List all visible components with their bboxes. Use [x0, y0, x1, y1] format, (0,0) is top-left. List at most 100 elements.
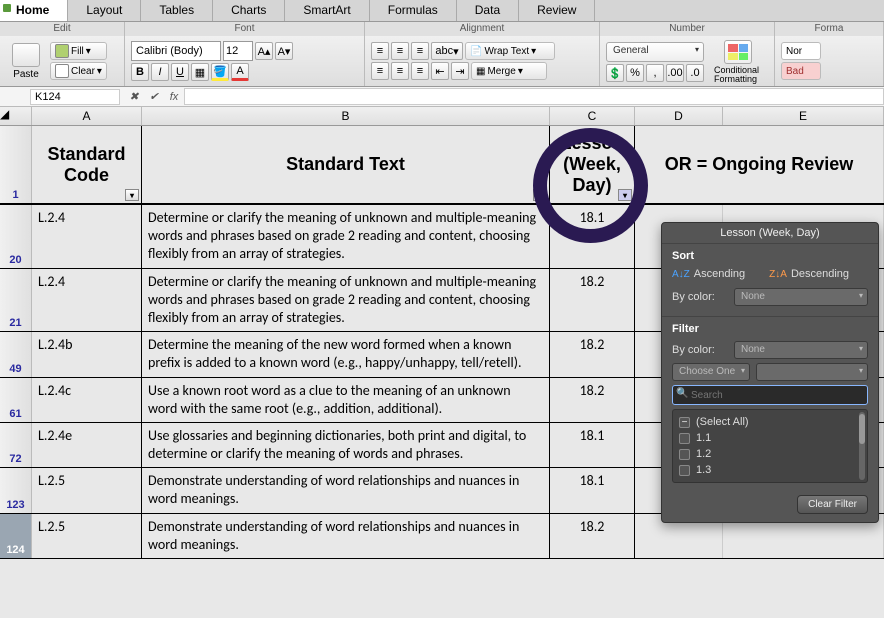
cell-code[interactable]: L.2.4 [32, 269, 142, 332]
col-header-B[interactable]: B [142, 107, 550, 125]
font-name-combo[interactable] [131, 41, 221, 61]
cell-lesson[interactable]: 18.2 [550, 514, 635, 558]
clear-filter-button[interactable]: Clear Filter [797, 495, 868, 514]
cell-lesson[interactable]: 18.2 [550, 378, 635, 422]
cell-lesson[interactable]: 18.1 [550, 423, 635, 467]
row-header[interactable]: 20 [0, 205, 32, 268]
dec-inc-button[interactable]: .00 [666, 64, 684, 82]
tab-review[interactable]: Review [519, 0, 595, 21]
cell-lesson[interactable]: 18.1 [550, 205, 635, 268]
tab-home[interactable]: Home [0, 0, 68, 21]
scrollbar-thumb[interactable] [859, 414, 865, 444]
row-header[interactable]: 49 [0, 332, 32, 376]
formula-input[interactable] [184, 88, 884, 105]
filter-dropdown-icon[interactable]: ▾ [533, 189, 547, 201]
cell-lesson[interactable]: 18.2 [550, 269, 635, 332]
style-normal[interactable]: Nor [781, 42, 821, 60]
grow-font-button[interactable]: A▴ [255, 42, 273, 60]
checklist-scrollbar[interactable] [859, 412, 865, 480]
filter-value-combo[interactable] [756, 363, 868, 381]
italic-button[interactable]: I [151, 63, 169, 81]
sort-desc-button[interactable]: Z↓ADescending [769, 268, 849, 280]
col-header-D[interactable]: D [635, 107, 723, 125]
dec-dec-button[interactable]: .0 [686, 64, 704, 82]
align-mid-button[interactable]: ≡ [391, 42, 409, 60]
cell-code[interactable]: L.2.4c [32, 378, 142, 422]
merge-button[interactable]: ▦ Merge ▾ [471, 62, 547, 80]
col-header-E[interactable]: E [723, 107, 884, 125]
row-header[interactable]: 124 [0, 514, 32, 558]
align-left-button[interactable]: ≡ [371, 62, 389, 80]
shrink-font-button[interactable]: A▾ [275, 42, 293, 60]
font-size-combo[interactable] [223, 41, 253, 61]
filter-dropdown-icon[interactable]: ▾ [125, 189, 139, 201]
cell-text[interactable]: Demonstrate understanding of word relati… [142, 468, 550, 512]
filter-mode-combo[interactable]: Choose One [672, 363, 750, 381]
tab-layout[interactable]: Layout [68, 0, 141, 21]
underline-button[interactable]: U [171, 63, 189, 81]
header-lesson[interactable]: Lesson (Week, Day)▾ [550, 126, 635, 203]
orientation-button[interactable]: abc▾ [431, 42, 463, 60]
percent-button[interactable]: % [626, 64, 644, 82]
number-format-combo[interactable]: General [606, 42, 704, 62]
indent-dec-button[interactable]: ⇤ [431, 62, 449, 80]
cell-text[interactable]: Use glossaries and beginning dictionarie… [142, 423, 550, 467]
tab-formulas[interactable]: Formulas [370, 0, 457, 21]
tab-data[interactable]: Data [457, 0, 519, 21]
currency-button[interactable]: 💲 [606, 64, 624, 82]
tab-smartart[interactable]: SmartArt [285, 0, 369, 21]
cell-text[interactable]: Determine or clarify the meaning of unkn… [142, 269, 550, 332]
comma-button[interactable]: , [646, 64, 664, 82]
cell-text[interactable]: Determine or clarify the meaning of unkn… [142, 205, 550, 268]
cell-text[interactable]: Use a known root word as a clue to the m… [142, 378, 550, 422]
header-standard-code[interactable]: Standard Code▾ [32, 126, 142, 203]
indent-inc-button[interactable]: ⇥ [451, 62, 469, 80]
col-header-A[interactable]: A [32, 107, 142, 125]
enter-formula-icon[interactable]: ✔ [144, 90, 164, 103]
row-header[interactable]: 61 [0, 378, 32, 422]
col-header-C[interactable]: C [550, 107, 635, 125]
wrap-text-button[interactable]: 📄 Wrap Text ▾ [465, 42, 555, 60]
header-ongoing[interactable]: OR = Ongoing Review [635, 126, 884, 203]
paste-button[interactable]: Paste [6, 41, 46, 82]
filter-item[interactable]: 1.1 [677, 430, 863, 446]
filter-bycolor-combo[interactable]: None [734, 341, 868, 359]
cell-lesson[interactable]: 18.2 [550, 332, 635, 376]
row-header[interactable]: 123 [0, 468, 32, 512]
fill-color-button[interactable]: 🪣 [211, 63, 229, 81]
tab-charts[interactable]: Charts [213, 0, 285, 21]
cell-code[interactable]: L.2.5 [32, 468, 142, 512]
fill-button[interactable]: Fill ▾ [50, 42, 107, 60]
filter-item[interactable]: 1.3 [677, 462, 863, 478]
cancel-formula-icon[interactable]: ✖ [124, 90, 144, 103]
cell-text[interactable]: Determine the meaning of the new word fo… [142, 332, 550, 376]
filter-active-icon[interactable]: ▾ [618, 189, 632, 201]
sort-asc-button[interactable]: A↓ZAscending [672, 268, 745, 280]
filter-item[interactable]: 1.2 [677, 446, 863, 462]
row-header[interactable]: 21 [0, 269, 32, 332]
row-header[interactable]: 72 [0, 423, 32, 467]
clear-button[interactable]: Clear ▾ [50, 62, 107, 80]
name-box[interactable] [30, 89, 120, 105]
cell-code[interactable]: L.2.5 [32, 514, 142, 558]
align-right-button[interactable]: ≡ [411, 62, 429, 80]
font-color-button[interactable]: A [231, 63, 249, 81]
cell-code[interactable]: L.2.4e [32, 423, 142, 467]
border-button[interactable]: ▦ [191, 63, 209, 81]
cell-code[interactable]: L.2.4b [32, 332, 142, 376]
bold-button[interactable]: B [131, 63, 149, 81]
tab-tables[interactable]: Tables [141, 0, 213, 21]
cell-lesson[interactable]: 18.1 [550, 468, 635, 512]
header-standard-text[interactable]: Standard Text▾ [142, 126, 550, 203]
align-bot-button[interactable]: ≡ [411, 42, 429, 60]
align-top-button[interactable]: ≡ [371, 42, 389, 60]
filter-item-selectall[interactable]: (Select All) [677, 414, 863, 430]
conditional-formatting-button[interactable]: Conditional Formatting [708, 38, 768, 86]
row-header[interactable]: 1 [0, 126, 32, 203]
cell-text[interactable]: Demonstrate understanding of word relati… [142, 514, 550, 558]
fx-icon[interactable]: fx [164, 91, 184, 103]
style-bad[interactable]: Bad [781, 62, 821, 80]
sort-bycolor-combo[interactable]: None [734, 288, 868, 306]
align-center-button[interactable]: ≡ [391, 62, 409, 80]
filter-search-input[interactable] [672, 385, 868, 405]
